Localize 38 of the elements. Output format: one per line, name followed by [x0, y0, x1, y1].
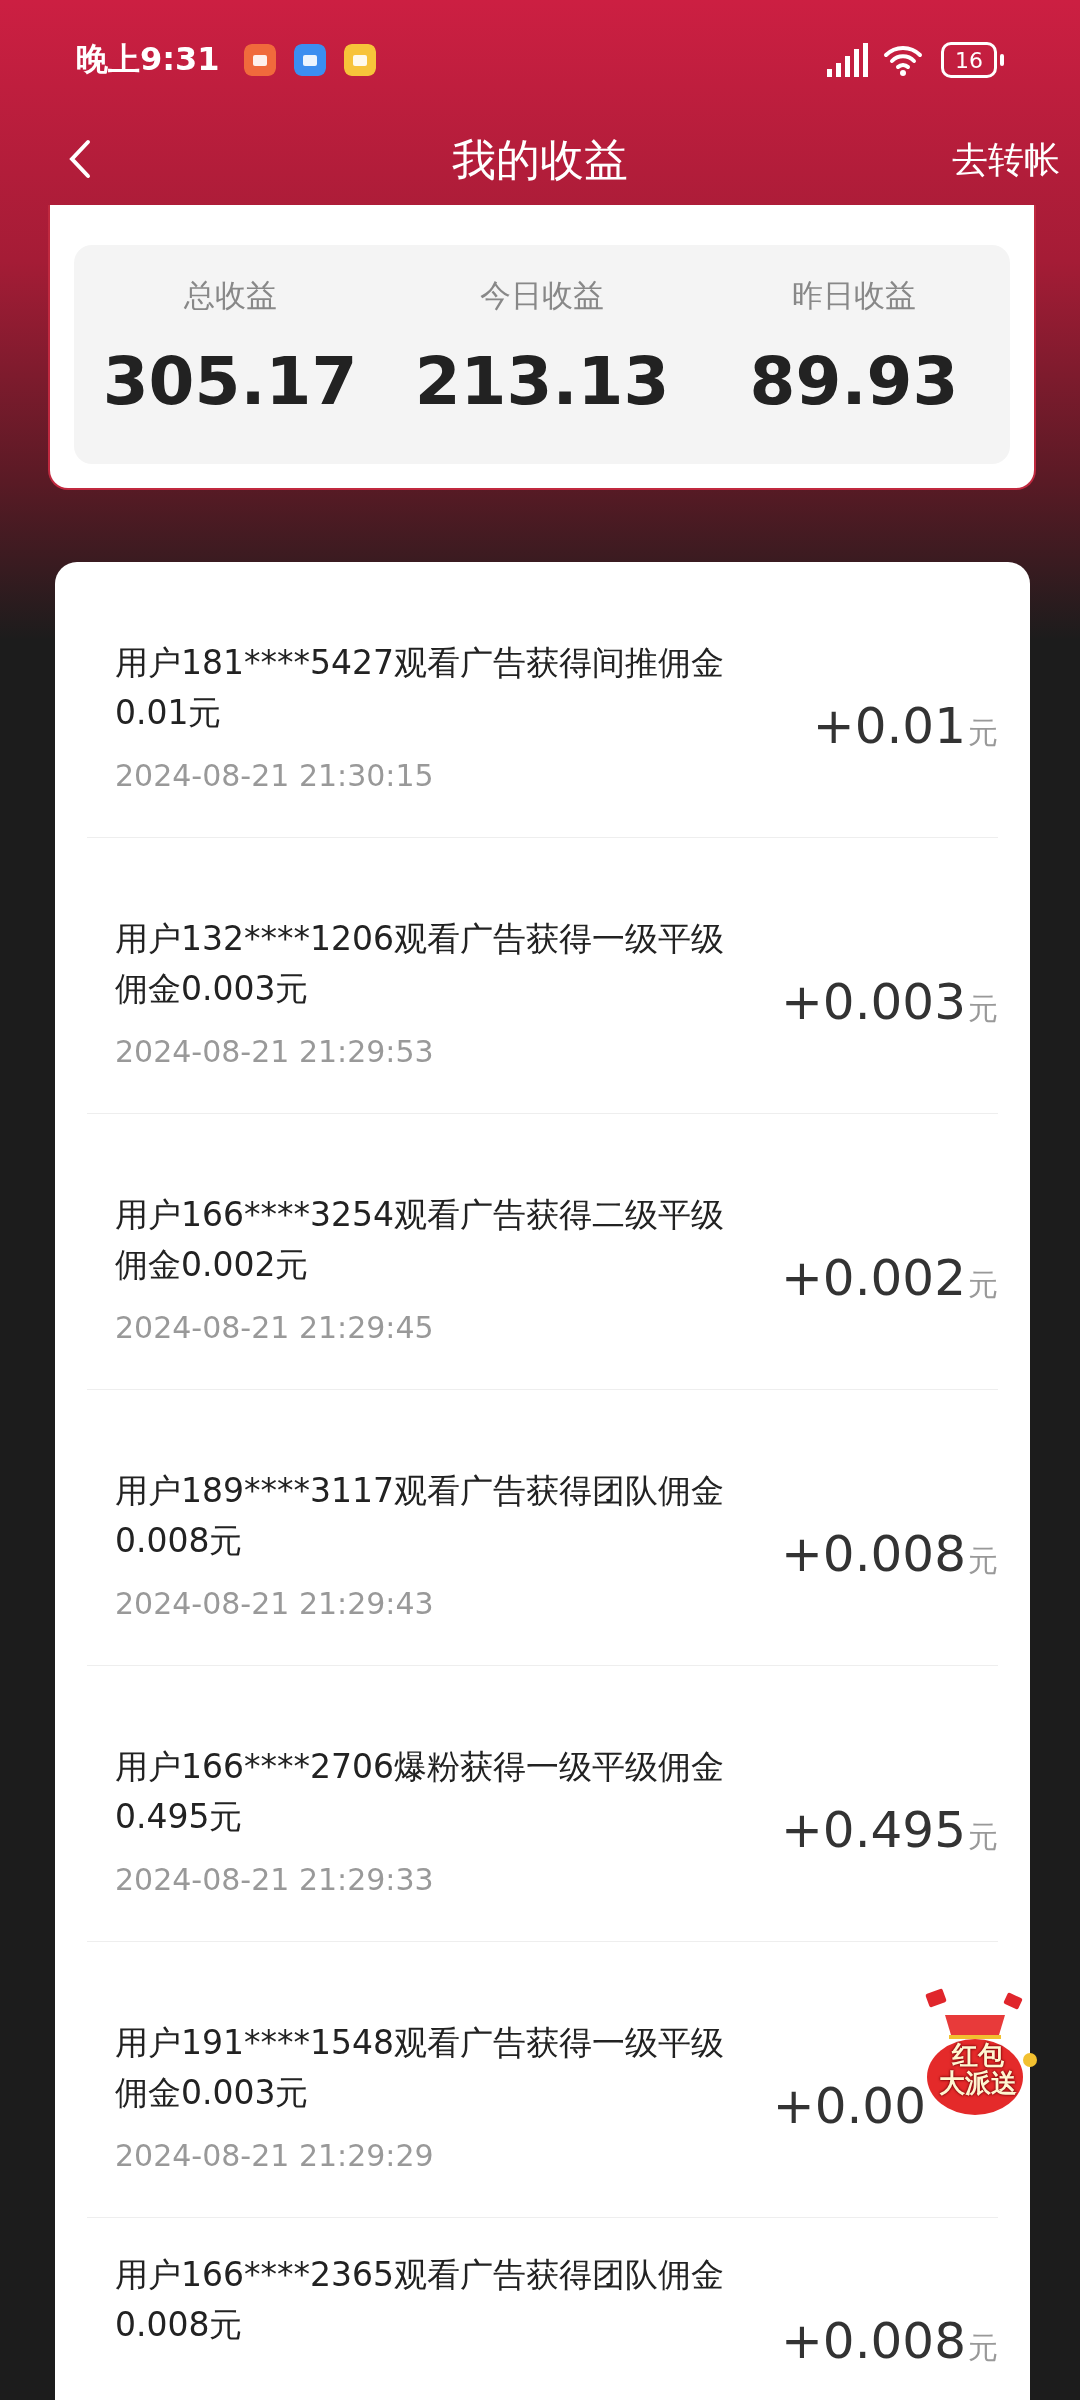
- record-time: 2024-08-21 21:29:33: [115, 1862, 435, 1897]
- record-time: 2024-08-21 21:29:53: [115, 1034, 435, 1069]
- record-amount: +0.003: [780, 972, 966, 1031]
- currency-unit: 元: [968, 1817, 998, 1856]
- currency-unit: 元: [968, 1265, 998, 1304]
- currency-unit: 元: [968, 713, 998, 752]
- record-amount: +0.00: [772, 2076, 926, 2135]
- wifi-icon: [883, 44, 923, 76]
- record-amount: +0.495: [780, 1800, 966, 1859]
- currency-unit: 元: [968, 2329, 998, 2367]
- record-time: 2024-08-21 21:29:43: [115, 1586, 435, 1621]
- record-description: 用户191****1548观看广告获得一级平级佣金0.003元: [115, 2022, 725, 2114]
- summary-label: 总收益: [183, 276, 277, 315]
- record-time: 2024-08-21 21:29:29: [115, 2138, 435, 2173]
- signal-icon: [827, 43, 869, 77]
- summary-value: 213.13: [414, 343, 670, 420]
- status-time: 晚上9:31: [76, 39, 220, 80]
- record-description: 用户166****2706爆粉获得一级平级佣金0.495元: [115, 1746, 725, 1838]
- record-description: 用户189****3117观看广告获得团队佣金0.008元: [115, 1470, 725, 1562]
- transfer-link[interactable]: 去转帐: [952, 135, 1060, 185]
- summary-value: 89.93: [749, 343, 959, 420]
- page-title: 我的收益: [452, 132, 628, 187]
- summary-value: 305.17: [102, 343, 358, 420]
- record-time: 2024-08-21 21:30:15: [115, 758, 435, 793]
- record-amount: +0.008: [780, 2312, 966, 2370]
- currency-unit: 元: [968, 989, 998, 1028]
- record-description: 用户166****2365观看广告获得团队佣金0.008元: [115, 2254, 725, 2346]
- record-amount: +0.002: [780, 1248, 966, 1307]
- record-amount: +0.008: [780, 1524, 966, 1583]
- summary-label: 今日收益: [480, 276, 604, 315]
- currency-unit: 元: [968, 1541, 998, 1580]
- record-description: 用户166****3254观看广告获得二级平级佣金0.002元: [115, 1194, 725, 1286]
- record-time: 2024-08-21 21:29:45: [115, 1310, 435, 1345]
- battery-icon: 16: [941, 42, 997, 78]
- record-description: 用户132****1206观看广告获得一级平级佣金0.003元: [115, 918, 725, 1010]
- summary-label: 昨日收益: [792, 276, 916, 315]
- record-amount: +0.01: [812, 696, 966, 755]
- record-description: 用户181****5427观看广告获得间推佣金0.01元: [115, 642, 725, 734]
